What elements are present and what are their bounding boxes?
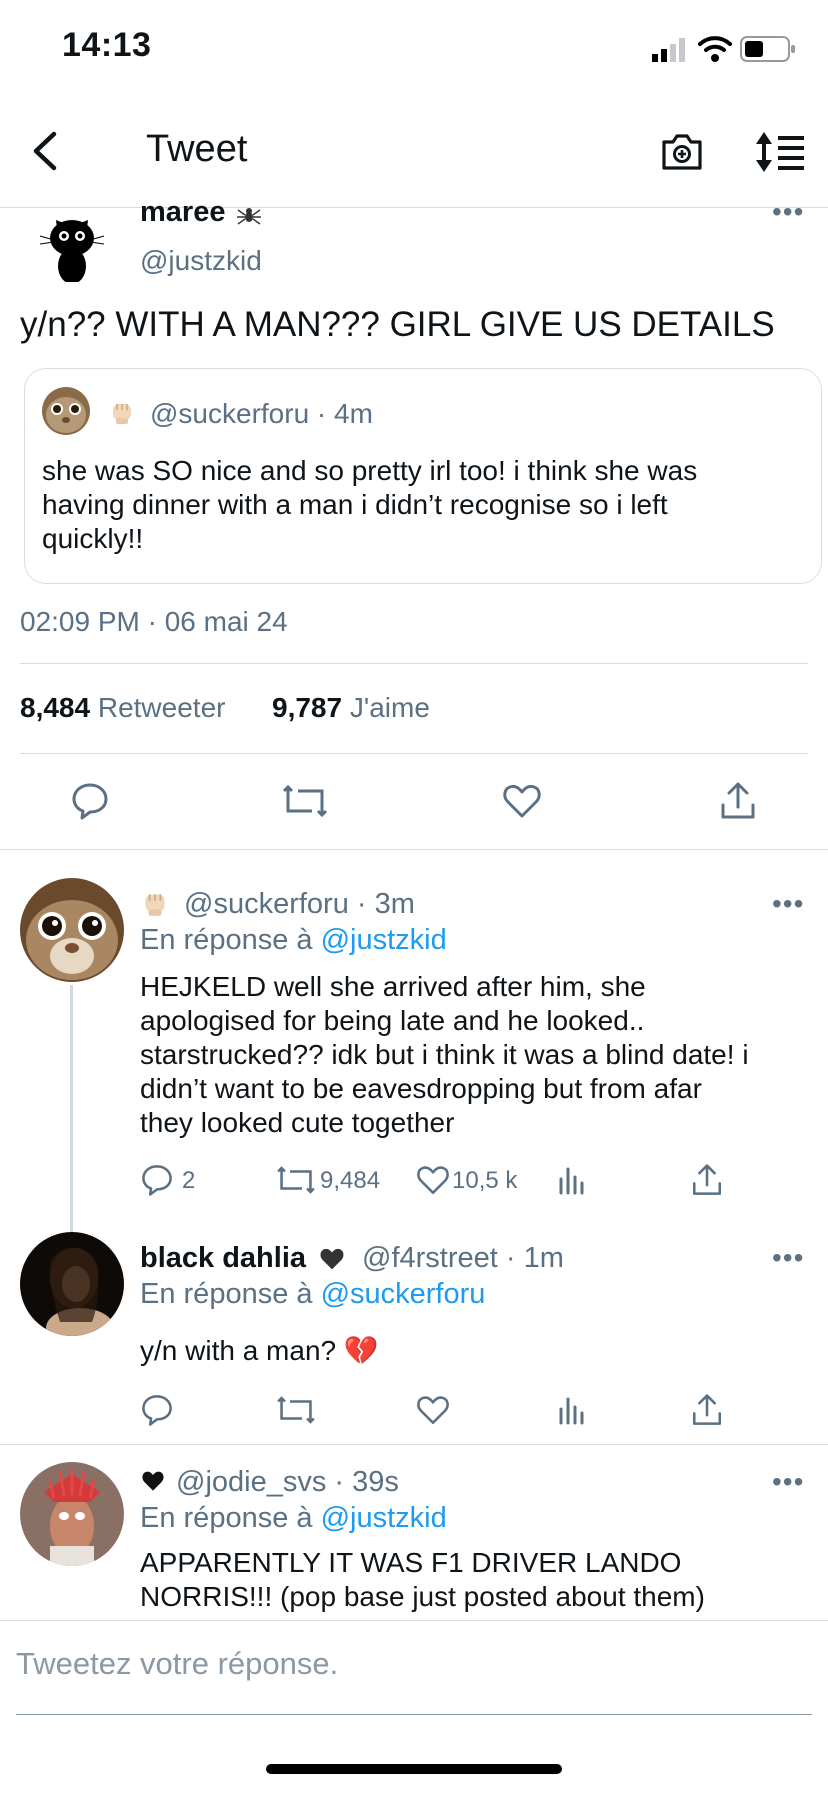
share-button[interactable] — [718, 781, 758, 821]
cellular-signal-icon — [652, 38, 690, 62]
sort-replies-button[interactable] — [754, 130, 806, 174]
like-button[interactable] — [502, 781, 542, 821]
more-options-icon[interactable]: ••• — [772, 888, 804, 920]
quoted-author-avatar[interactable] — [42, 387, 90, 435]
battery-icon — [740, 36, 796, 62]
reply-context-prefix: En réponse à — [140, 1502, 313, 1534]
reply-handle-time: @jodie_svs · 39s — [176, 1466, 399, 1498]
author-handle[interactable]: @justzkid — [140, 245, 262, 277]
black-heart-icon — [140, 1469, 166, 1493]
retweet-button[interactable] — [282, 781, 328, 821]
spider-emoji-icon — [236, 202, 262, 228]
mention-link[interactable]: @justzkid — [321, 1502, 447, 1534]
likes-count: 9,787 — [272, 692, 343, 723]
mention-link[interactable]: @suckerforu — [321, 1278, 486, 1310]
share-button[interactable] — [690, 1163, 724, 1197]
retweet-button[interactable] — [276, 1393, 316, 1427]
thread-divider — [0, 849, 828, 850]
reply-button[interactable] — [140, 1163, 174, 1197]
reply-context: En réponse à @justzkid — [140, 924, 447, 957]
reply-avatar[interactable] — [20, 1462, 124, 1566]
reply-text-line: NORRIS!!! (pop base just posted about th… — [140, 1581, 705, 1612]
retweets-stat[interactable]: 8,484 Retweeter — [20, 692, 225, 724]
author-avatar[interactable] — [34, 208, 110, 282]
fist-emoji-icon — [108, 398, 136, 426]
more-options-icon[interactable]: ••• — [772, 1242, 804, 1274]
reply-text: y/n with a man? 💔 — [140, 1335, 379, 1366]
reply-button[interactable] — [70, 781, 110, 821]
tweet-timestamp: 02:09 PM · 06 mai 24 — [20, 606, 288, 637]
wifi-icon — [698, 34, 732, 64]
reply-text-line: APPARENTLY IT WAS F1 DRIVER LANDO — [140, 1547, 682, 1578]
reply-text-line: didn’t want to be eavesdropping but from… — [140, 1073, 702, 1104]
reply-divider — [0, 1444, 828, 1445]
page-title: Tweet — [146, 128, 248, 170]
back-button[interactable] — [26, 128, 66, 174]
quoted-text-line: she was SO nice and so pretty irl too! i… — [42, 455, 698, 486]
nav-divider — [0, 207, 828, 208]
likes-label: J'aime — [349, 692, 430, 723]
quoted-text-line: having dinner with a man i didn’t recogn… — [42, 489, 668, 520]
reply-text-line: they looked cute together — [140, 1107, 455, 1138]
share-button[interactable] — [690, 1393, 724, 1427]
reply-button[interactable] — [140, 1393, 174, 1427]
retweet-count: 9,484 — [320, 1167, 381, 1194]
home-indicator — [266, 1764, 562, 1774]
like-button[interactable] — [416, 1163, 450, 1197]
reply-text-line: apologised for being late and he looked.… — [140, 1005, 645, 1036]
thread-connector-line — [70, 985, 73, 1233]
camera-button[interactable] — [660, 130, 704, 174]
reply-input[interactable]: Tweetez votre réponse. — [16, 1646, 812, 1696]
like-count: 10,5 k — [452, 1167, 518, 1194]
stats-divider-top — [20, 663, 808, 664]
quoted-handle-time: @suckerforu · 4m — [150, 398, 373, 429]
retweets-label: Retweeter — [97, 692, 226, 723]
more-options-icon[interactable]: ••• — [772, 196, 804, 228]
reply-context: En réponse à @justzkid — [140, 1502, 447, 1535]
analytics-button[interactable] — [556, 1165, 586, 1195]
retweets-count: 8,484 — [20, 692, 91, 723]
likes-stat[interactable]: 9,787 J'aime — [272, 692, 430, 724]
like-button[interactable] — [416, 1393, 450, 1427]
retweet-button[interactable] — [276, 1163, 316, 1197]
quoted-text-line: quickly!! — [42, 523, 144, 554]
reply-text-line: HEJKELD well she arrived after him, she — [140, 971, 646, 1002]
fist-emoji-icon — [140, 888, 170, 918]
reply-context: En réponse à @suckerforu — [140, 1278, 485, 1311]
more-options-icon[interactable]: ••• — [772, 1466, 804, 1498]
status-time: 14:13 — [62, 26, 152, 64]
mention-link[interactable]: @justzkid — [321, 924, 447, 956]
reply-text-line: starstrucked?? idk but i think it was a … — [140, 1039, 749, 1070]
reply-display-name[interactable]: black dahlia — [140, 1242, 306, 1275]
reply-context-prefix: En réponse à — [140, 1278, 313, 1310]
analytics-button[interactable] — [556, 1395, 586, 1425]
author-display-name[interactable]: maree — [140, 196, 225, 229]
composer-underline — [16, 1714, 812, 1715]
reply-handle-time: @suckerforu · 3m — [184, 888, 415, 920]
reply-avatar[interactable] — [20, 1232, 124, 1336]
stats-divider-bottom — [20, 753, 808, 754]
reply-context-prefix: En réponse à — [140, 924, 313, 956]
black-heart-icon — [318, 1246, 346, 1272]
reply-count: 2 — [182, 1167, 196, 1194]
reply-avatar[interactable] — [20, 878, 124, 982]
tweet-text: y/n?? WITH A MAN??? GIRL GIVE US DETAILS — [20, 305, 775, 344]
reply-handle-time: @f4rstreet · 1m — [362, 1242, 564, 1274]
